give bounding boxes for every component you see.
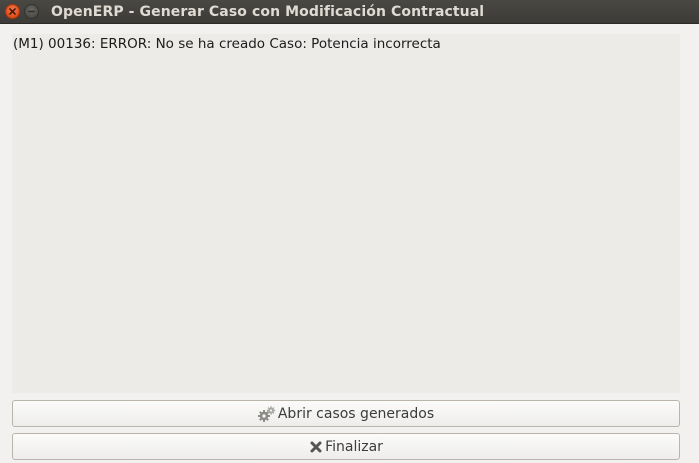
open-generated-cases-button[interactable]: Abrir casos generados — [12, 400, 680, 427]
window-close-button[interactable] — [5, 4, 20, 19]
error-message: (M1) 00136: ERROR: No se ha creado Caso:… — [13, 36, 441, 52]
title-bar[interactable]: OpenERP - Generar Caso con Modificación … — [0, 0, 699, 24]
cross-icon — [309, 440, 323, 454]
message-area: (M1) 00136: ERROR: No se ha creado Caso:… — [12, 34, 680, 393]
window-title: OpenERP - Generar Caso con Modificación … — [51, 4, 485, 20]
minimize-icon — [28, 10, 35, 13]
dialog-window: OpenERP - Generar Caso con Modificación … — [0, 0, 699, 463]
finish-label: Finalizar — [325, 438, 383, 455]
open-generated-cases-label: Abrir casos generados — [277, 405, 435, 422]
finish-button[interactable]: Finalizar — [12, 433, 680, 460]
window-minimize-button[interactable] — [24, 4, 39, 19]
close-icon — [9, 8, 16, 15]
gears-icon — [257, 405, 276, 422]
